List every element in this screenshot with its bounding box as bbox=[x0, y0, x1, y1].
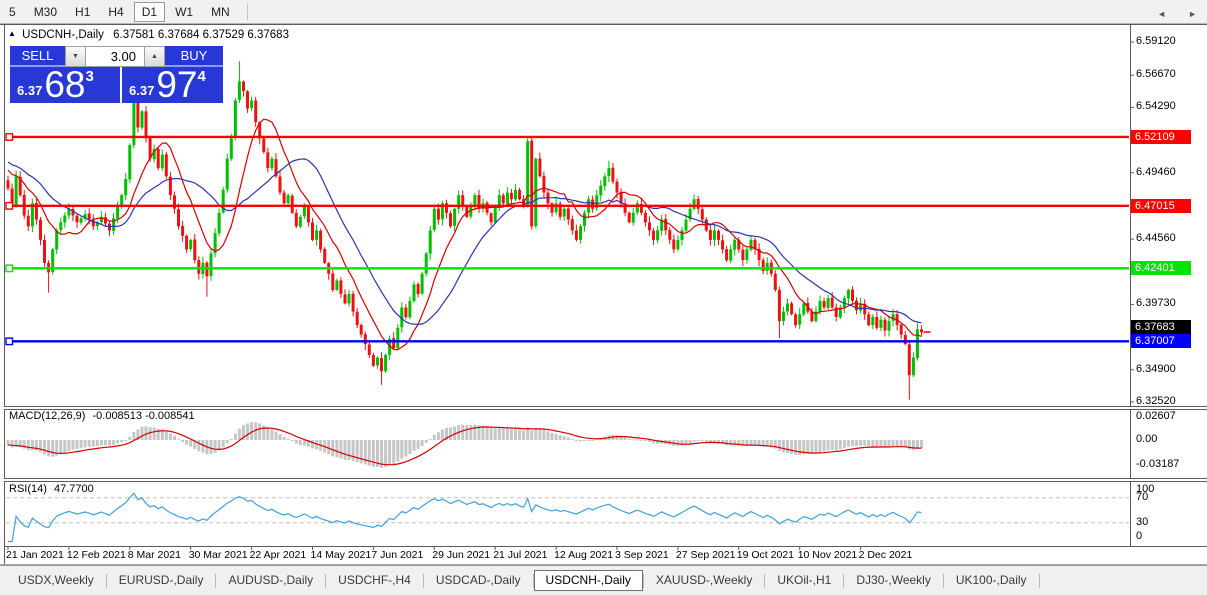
level-line-handle-1[interactable] bbox=[6, 203, 13, 210]
chevron-down-icon: ▼ bbox=[72, 53, 79, 60]
date-axis-label: 27 Sep 2021 bbox=[676, 549, 736, 561]
ask-price-box[interactable]: 6.37 97 4 bbox=[122, 67, 223, 103]
candles[interactable] bbox=[7, 61, 924, 399]
date-axis-label: 21 Jul 2021 bbox=[493, 549, 547, 561]
chart-title: ▲ USDCNH-,Daily 6.37581 6.37684 6.37529 … bbox=[8, 29, 289, 41]
date-axis-label: 30 Mar 2021 bbox=[189, 549, 248, 561]
chart-tab-usdcad-daily[interactable]: USDCAD-,Daily bbox=[424, 570, 533, 591]
current-price-tag: 6.37683 bbox=[1131, 320, 1191, 334]
terminal-window: 5M30H1H4D1W1MN ▲ USDCNH-,Daily 6.37581 6… bbox=[0, 0, 1207, 595]
price-axis-label: 6.56670 bbox=[1136, 68, 1176, 80]
chart-tab-usdcnh-daily[interactable]: USDCNH-,Daily bbox=[534, 570, 643, 591]
macd-label: MACD(12,26,9) -0.008513 -0.008541 bbox=[9, 410, 195, 422]
chart-title-ohlc: 6.37581 6.37684 6.37529 6.37683 bbox=[113, 29, 289, 41]
macd-axis-label: -0.03187 bbox=[1136, 458, 1179, 470]
date-axis-label: 21 Jan 2021 bbox=[6, 549, 64, 561]
chart-tab-uk100-daily[interactable]: UK100-,Daily bbox=[944, 570, 1039, 591]
level-line-handle-2[interactable] bbox=[6, 265, 13, 272]
chart-title-symbol: USDCNH-,Daily bbox=[22, 29, 104, 41]
ma-slow-line bbox=[8, 159, 922, 324]
level-price-tag-6.37007: 6.37007 bbox=[1131, 334, 1191, 348]
date-axis-label: 12 Aug 2021 bbox=[554, 549, 613, 561]
chart-border-left bbox=[4, 24, 5, 564]
lot-size-input[interactable] bbox=[86, 46, 144, 67]
ask-price-prefix: 6.37 bbox=[129, 83, 154, 98]
macd-axis-label: 0.02607 bbox=[1136, 410, 1176, 422]
tab-separator bbox=[1039, 574, 1040, 588]
chart-tab-usdx-weekly[interactable]: USDX,Weekly bbox=[6, 570, 106, 591]
chart-tab-audusd-daily[interactable]: AUDUSD-,Daily bbox=[216, 570, 325, 591]
date-axis-label: 7 Jun 2021 bbox=[371, 549, 423, 561]
timeframe-button-w1[interactable]: W1 bbox=[167, 2, 201, 22]
macd-values: -0.008513 -0.008541 bbox=[92, 410, 194, 422]
timeframe-button-h4[interactable]: H4 bbox=[100, 2, 131, 22]
price-axis-label: 6.32520 bbox=[1136, 395, 1176, 407]
chart-tab-dj30-weekly[interactable]: DJ30-,Weekly bbox=[844, 570, 942, 591]
chart-border-top bbox=[0, 24, 1207, 25]
rsi-name: RSI(14) bbox=[9, 483, 47, 495]
date-axis-label: 19 Oct 2021 bbox=[737, 549, 794, 561]
rsi-value: 47.7700 bbox=[54, 483, 94, 495]
chart-tab-bar: USDX,WeeklyEURUSD-,DailyAUDUSD-,DailyUSD… bbox=[0, 565, 1207, 595]
chart-tab-xauusd-weekly[interactable]: XAUUSD-,Weekly bbox=[644, 570, 764, 591]
level-price-tag-6.47015: 6.47015 bbox=[1131, 199, 1191, 213]
price-axis-label: 6.44560 bbox=[1136, 232, 1176, 244]
bid-price-pip: 3 bbox=[85, 68, 93, 85]
rsi-axis-label: 30 bbox=[1136, 516, 1148, 528]
chart-tab-eurusd-daily[interactable]: EURUSD-,Daily bbox=[107, 570, 216, 591]
level-line-handle-0[interactable] bbox=[6, 134, 13, 141]
timeframe-button-5[interactable]: 5 bbox=[1, 2, 24, 22]
chart-tab-usdchf-h4[interactable]: USDCHF-,H4 bbox=[326, 570, 423, 591]
date-axis-label: 29 Jun 2021 bbox=[432, 549, 490, 561]
price-axis-label: 6.59120 bbox=[1136, 35, 1176, 47]
rsi-panel-splitter[interactable] bbox=[4, 478, 1207, 482]
symbol-marker-icon: ▲ bbox=[8, 29, 16, 38]
time-axis-line bbox=[4, 546, 1207, 547]
one-click-trade-panel: SELL ▼ ▲ BUY 6.37 68 3 6.37 97 4 bbox=[10, 46, 223, 103]
date-axis-label: 3 Sep 2021 bbox=[615, 549, 669, 561]
bid-price-box[interactable]: 6.37 68 3 bbox=[10, 67, 120, 103]
timeframe-button-m30[interactable]: M30 bbox=[26, 2, 65, 22]
macd-name: MACD(12,26,9) bbox=[9, 410, 85, 422]
rsi-axis-label: 70 bbox=[1136, 491, 1148, 503]
price-axis-line bbox=[1130, 25, 1131, 546]
macd-axis-label: 0.00 bbox=[1136, 433, 1157, 445]
date-axis-label: 10 Nov 2021 bbox=[798, 549, 858, 561]
rsi-axis-label: 0 bbox=[1136, 530, 1142, 542]
chevron-up-icon: ▲ bbox=[151, 53, 158, 60]
timeframe-button-mn[interactable]: MN bbox=[203, 2, 238, 22]
rsi-line bbox=[8, 493, 922, 541]
date-axis-label: 14 May 2021 bbox=[311, 549, 372, 561]
price-axis-label: 6.49460 bbox=[1136, 166, 1176, 178]
timeframe-button-h1[interactable]: H1 bbox=[67, 2, 98, 22]
price-axis-label: 6.39730 bbox=[1136, 297, 1176, 309]
level-line-handle-3[interactable] bbox=[6, 338, 13, 345]
timeframe-button-d1[interactable]: D1 bbox=[134, 2, 165, 22]
date-axis-label: 2 Dec 2021 bbox=[859, 549, 913, 561]
date-axis-label: 8 Mar 2021 bbox=[128, 549, 181, 561]
rsi-label: RSI(14) 47.7700 bbox=[9, 483, 94, 495]
timeframe-toolbar: 5M30H1H4D1W1MN bbox=[0, 0, 1207, 24]
tab-scroll-controls: ◄ ► bbox=[1157, 9, 1197, 19]
bid-price-prefix: 6.37 bbox=[17, 83, 42, 98]
date-axis-label: 22 Apr 2021 bbox=[250, 549, 307, 561]
level-price-tag-6.42401: 6.42401 bbox=[1131, 261, 1191, 275]
bid-price-big: 68 bbox=[44, 67, 85, 103]
scroll-right-icon[interactable]: ► bbox=[1188, 9, 1197, 19]
ask-price-pip: 4 bbox=[197, 68, 205, 85]
toolbar-separator bbox=[247, 4, 248, 20]
scroll-left-icon[interactable]: ◄ bbox=[1157, 9, 1166, 19]
macd-histogram bbox=[7, 422, 924, 468]
ask-price-big: 97 bbox=[156, 67, 197, 103]
price-axis-label: 6.54290 bbox=[1136, 100, 1176, 112]
price-axis-label: 6.34900 bbox=[1136, 363, 1176, 375]
chart-tab-ukoil-h1[interactable]: UKOil-,H1 bbox=[765, 570, 843, 591]
level-price-tag-6.52109: 6.52109 bbox=[1131, 130, 1191, 144]
date-axis-label: 12 Feb 2021 bbox=[67, 549, 126, 561]
